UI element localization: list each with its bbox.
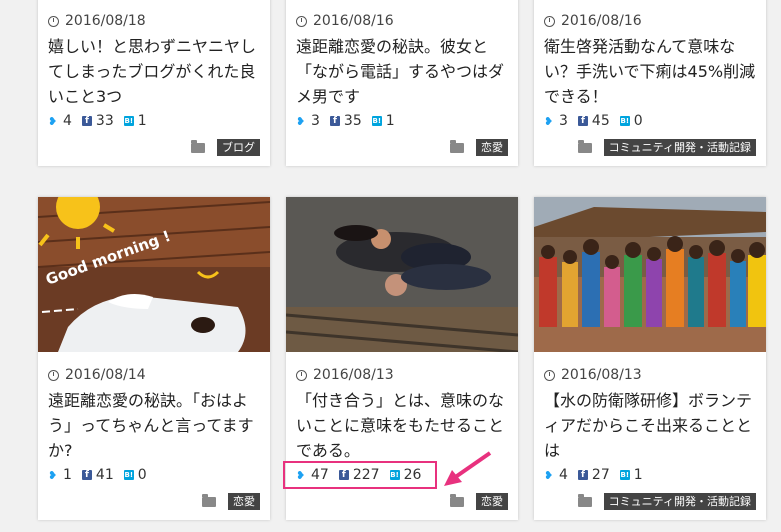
category-tag[interactable]: 恋愛 (476, 139, 508, 156)
facebook-icon: f (577, 116, 588, 126)
share-counts: ❥ 4 f 33 B! 1 (48, 113, 157, 129)
category-tag[interactable]: コミュニティ開発・活動記録 (603, 139, 756, 156)
thumbnail-image[interactable]: Good morning ! (38, 197, 270, 352)
clock-icon (544, 369, 555, 381)
hatena-count: 0 (137, 467, 147, 483)
hatena-count: 0 (633, 113, 643, 129)
twitter-count: 4 (63, 113, 72, 129)
clock-icon (296, 15, 307, 27)
category: コミュニティ開発・活動記録 (577, 139, 756, 156)
folder-icon (577, 493, 592, 507)
category: 恋愛 (450, 139, 508, 156)
twitter-icon: ❥ (544, 114, 554, 128)
article-title[interactable]: 【水の防衛隊研修】ボランティアだからこそ出来ることとは (544, 388, 756, 463)
post-date: 2016/08/13 (296, 367, 394, 383)
twitter-icon: ❥ (544, 468, 554, 482)
date-text: 2016/08/18 (65, 13, 146, 29)
hatena-count: 1 (633, 467, 643, 483)
folder-icon (191, 139, 205, 153)
twitter-count: 4 (559, 467, 568, 483)
category: 恋愛 (202, 493, 260, 510)
twitter-count: 3 (311, 113, 320, 129)
date-text: 2016/08/14 (65, 367, 146, 383)
hatena-bookmark-icon: B! (619, 116, 630, 126)
category: コミュニティ開発・活動記録 (577, 493, 756, 510)
facebook-count: 45 (591, 113, 610, 129)
hatena-count: 1 (137, 113, 147, 129)
category-tag[interactable]: ブログ (217, 139, 260, 156)
clock-icon (48, 369, 59, 381)
category: ブログ (191, 139, 260, 156)
clock-icon (296, 369, 307, 381)
date-text: 2016/08/16 (313, 13, 394, 29)
article-card-2[interactable]: 2016/08/16 遠距離恋愛の秘訣。彼女と「ながら電話」するやつはダメ男です… (286, 0, 518, 166)
article-title[interactable]: 衛生啓発活動なんて意味ない？手洗いで下痢は45%削減できる！ (544, 34, 756, 109)
post-date: 2016/08/13 (544, 367, 642, 383)
twitter-count: 3 (559, 113, 568, 129)
category-tag[interactable]: 恋愛 (476, 493, 508, 510)
thumbnail-image[interactable] (286, 197, 518, 352)
share-counts: ❥ 4 f 27 B! 1 (544, 467, 653, 483)
category: 恋愛 (450, 493, 508, 510)
folder-icon (202, 493, 216, 507)
post-date: 2016/08/16 (544, 13, 642, 29)
date-text: 2016/08/16 (561, 13, 642, 29)
facebook-icon: f (81, 116, 92, 126)
facebook-count: 35 (343, 113, 362, 129)
category-tag[interactable]: 恋愛 (228, 493, 260, 510)
hatena-bookmark-icon: B! (371, 116, 382, 126)
thumbnail-image[interactable] (534, 197, 766, 352)
post-date: 2016/08/18 (48, 13, 146, 29)
twitter-icon: ❥ (296, 114, 306, 128)
article-title[interactable]: 遠距離恋愛の秘訣。「おはよう」ってちゃんと言ってますか? (48, 388, 260, 463)
article-card-4[interactable]: Good morning ! 2016/08/14 遠距離恋愛の秘訣。「おはよう… (38, 197, 270, 520)
post-date: 2016/08/16 (296, 13, 394, 29)
facebook-icon: f (577, 470, 588, 480)
facebook-count: 41 (95, 467, 114, 483)
facebook-icon: f (329, 116, 340, 126)
post-date: 2016/08/14 (48, 367, 146, 383)
hatena-bookmark-icon: B! (123, 116, 134, 126)
folder-icon (450, 493, 464, 507)
article-card-3[interactable]: 2016/08/16 衛生啓発活動なんて意味ない？手洗いで下痢は45%削減できる… (534, 0, 766, 166)
clock-icon (48, 15, 59, 27)
twitter-icon: ❥ (48, 468, 58, 482)
twitter-count: 1 (63, 467, 72, 483)
facebook-icon: f (81, 470, 92, 480)
article-card-6[interactable]: 2016/08/13 【水の防衛隊研修】ボランティアだからこそ出来ることとは ❥… (534, 197, 766, 520)
twitter-icon: ❥ (48, 114, 58, 128)
category-tag[interactable]: コミュニティ開発・活動記録 (603, 493, 756, 510)
date-text: 2016/08/13 (313, 367, 394, 383)
share-counts: ❥ 1 f 41 B! 0 (48, 467, 157, 483)
article-title[interactable]: 遠距離恋愛の秘訣。彼女と「ながら電話」するやつはダメ男です (296, 34, 508, 109)
article-card-1[interactable]: 2016/08/18 嬉しい！と思わずニヤニヤしてしまったブログがくれた良いこと… (38, 0, 270, 166)
facebook-count: 33 (95, 113, 114, 129)
facebook-count: 27 (591, 467, 610, 483)
share-counts: ❥ 3 f 45 B! 0 (544, 113, 653, 129)
date-text: 2016/08/13 (561, 367, 642, 383)
folder-icon (450, 139, 464, 153)
hatena-bookmark-icon: B! (123, 470, 134, 480)
share-counts: ❥ 3 f 35 B! 1 (296, 113, 405, 129)
share-count-highlight-box (283, 461, 437, 489)
folder-icon (577, 139, 592, 153)
article-title[interactable]: 嬉しい！と思わずニヤニヤしてしまったブログがくれた良いこと3つ (48, 34, 260, 109)
hatena-bookmark-icon: B! (619, 470, 630, 480)
clock-icon (544, 15, 555, 27)
pointer-arrow-icon (444, 451, 492, 486)
hatena-count: 1 (385, 113, 395, 129)
